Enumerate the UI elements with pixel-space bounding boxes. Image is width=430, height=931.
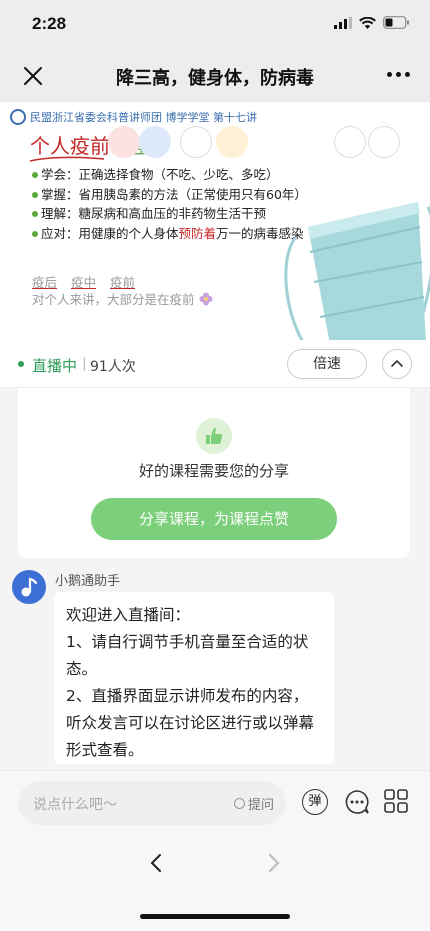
assistant-name: 小鹅通助手 [55,574,121,589]
slide-bullet: 应对：用健康的个人身体预防着万一的病毒感染 [32,224,307,244]
signal-icon [334,16,352,29]
radio-icon [233,798,245,809]
slide-bullet: 理解：糖尿病和高血压的非药物生活干预 [32,204,307,224]
slide-note: 对个人来讲，大部分是在疫前 [32,289,213,308]
home-indicator [140,914,290,919]
decor-circle-outline [334,126,366,158]
slide-bullet: 掌握：省用胰岛素的方法（正常使用只有60年） [32,185,307,205]
back-arrow-icon[interactable] [146,852,168,874]
message-line: 欢迎进入直播间： [66,606,191,624]
slide-bullet: 学会：正确选择食物（不吃、少吃、多吃） [32,165,307,185]
slide-bullets: 学会：正确选择食物（不吃、少吃、多吃） 掌握：省用胰岛素的方法（正常使用只有60… [32,165,307,243]
message-line: 态。 [66,660,98,678]
status-icons [334,16,410,29]
live-status: 直播中 [32,357,78,375]
grid-icon[interactable] [384,789,408,813]
comment-placeholder: 说点什么吧～ [33,797,117,813]
more-icon[interactable] [387,72,410,77]
live-status-bar: 直播中 | 91人次 倍速 [0,340,430,388]
wifi-icon [359,16,376,29]
thumbs-up-icon [196,418,232,454]
org-logo-icon [10,109,26,125]
title-underline-decoration [29,156,105,162]
slide-tag: 疫前 [110,275,136,290]
decor-circle-blue [139,126,171,158]
decor-circle-yellow [216,126,248,158]
bullet-highlight: 预防着 [178,225,217,241]
ask-label: 提问 [247,798,274,813]
bullet-text: 应对：用健康的个人身体 [41,225,179,241]
comment-input[interactable]: 说点什么吧～ 提问 [18,781,286,825]
message-line: 2、直播界面显示讲师发布的内容， [66,687,309,705]
chat-area[interactable]: 好的课程需要您的分享 分享课程，为课程点赞 小鹅通助手 欢迎进入直播间： 1、请… [0,388,430,770]
avatar[interactable] [12,570,46,604]
lecture-slide: 民盟浙江省委会科普讲师团 博学学堂 第十七讲 个人疫前讲座 学会：正确选择食物（… [0,102,430,340]
assistant-message: 欢迎进入直播间： 1、请自行调节手机音量至合适的状 态。 2、直播界面显示讲师发… [54,592,334,764]
live-separator: | [82,356,87,372]
message-line: 形式查看。 [66,741,144,759]
danmu-button[interactable]: 弹 [302,789,328,815]
decor-circle-outline [368,126,400,158]
slide-tag: 疫后 [32,275,58,290]
speed-button[interactable]: 倍速 [287,349,367,379]
face-mask-image [284,202,430,340]
input-bar: 说点什么吧～ 提问 弹 [0,770,430,834]
collapse-button[interactable] [382,349,412,379]
flower-icon [199,292,212,306]
status-bar: 2:28 [0,0,430,50]
view-count: 91人次 [90,359,136,375]
share-course-button[interactable]: 分享课程，为课程点赞 [91,498,337,540]
decor-circle-outline [180,126,212,158]
chevron-up-icon [391,359,403,367]
org-line-text: 民盟浙江省委会科普讲师团 博学学堂 第十七讲 [30,111,257,124]
ask-toggle[interactable]: 提问 [233,794,274,813]
slide-org-line: 民盟浙江省委会科普讲师团 博学学堂 第十七讲 [10,109,257,125]
battery-icon [383,16,409,29]
nav-bar: 降三高，健身体，防病毒 [0,50,430,102]
status-time: 2:28 [32,14,67,33]
live-dot [18,361,24,367]
slide-tag: 疫中 [71,275,97,290]
message-line: 1、请自行调节手机音量至合适的状 [66,633,309,651]
slide-note-text: 对个人来讲，大部分是在疫前 [32,292,195,307]
decor-circle-red [108,126,140,158]
music-note-icon [21,577,38,597]
page-title: 降三高，健身体，防病毒 [116,68,314,89]
message-line: 听众发言可以在讨论区进行或以弹幕 [66,714,315,732]
forward-arrow-icon[interactable] [262,852,284,874]
share-message: 好的课程需要您的分享 [138,462,289,480]
share-card: 好的课程需要您的分享 分享课程，为课程点赞 [18,388,410,558]
browser-nav-bar [0,834,430,931]
comment-icon[interactable] [344,789,370,815]
